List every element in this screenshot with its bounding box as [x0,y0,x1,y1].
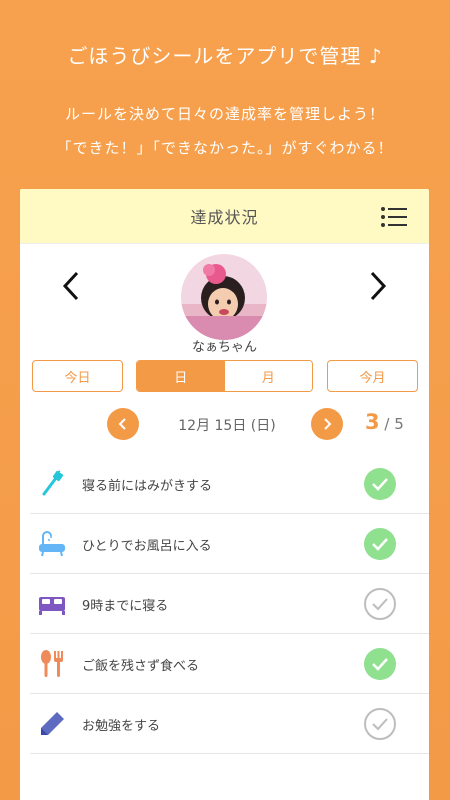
check-done-icon[interactable] [363,467,397,501]
tab-month[interactable]: 月 [224,361,312,391]
list-item[interactable]: 寝る前にはみがきする [30,454,429,514]
promo-line-1: ルールを決めて日々の達成率を管理しよう！ [64,105,385,123]
task-label: お勉強をする [82,719,161,734]
child-profile: なぁちゃん [20,244,429,355]
next-child-button[interactable] [363,266,393,306]
list-item[interactable]: 9時までに寝る [30,574,429,634]
today-button[interactable]: 今日 [32,360,123,392]
score-total: / 5 [384,415,404,433]
card-title: 達成状況 [190,208,259,227]
pencil-icon [36,708,68,740]
promo-line-2: 「できた！」「できなかった。」がすぐわかる！ [56,139,394,157]
list-item[interactable]: ご飯を残さず食べる [30,634,429,694]
prev-child-button[interactable] [56,266,86,306]
check-undone-icon[interactable] [363,587,397,621]
avatar[interactable] [181,254,267,340]
spoon-fork-icon [36,648,68,680]
chevron-left-icon [62,271,79,301]
achievement-card: 達成状況 なぁちゃん 今日 日 月 今月 12月 15日 (日) 3 / 5 寝… [20,189,429,800]
list-item[interactable]: お勉強をする [30,694,429,754]
list-item[interactable]: ひとりでお風呂に入る [30,514,429,574]
card-header: 達成状況 [20,189,429,244]
day-month-toggle: 日 月 [136,360,313,392]
score-done: 3 [365,410,380,434]
tab-day[interactable]: 日 [137,361,225,391]
period-tabs: 今日 日 月 今月 [20,352,429,396]
bed-icon [36,588,68,620]
check-done-icon[interactable] [363,647,397,681]
next-date-button[interactable] [311,408,343,440]
this-month-button[interactable]: 今月 [327,360,418,392]
promo-headline: ごほうびシールをアプリで管理 ♪ [67,44,383,68]
date-navigator: 12月 15日 (日) 3 / 5 [20,396,429,454]
task-label: 寝る前にはみがきする [82,479,213,494]
task-label: ひとりでお風呂に入る [82,539,212,554]
chevron-right-icon [370,271,387,301]
check-done-icon[interactable] [363,527,397,561]
current-date: 12月 15日 (日) [178,418,276,434]
task-label: 9時までに寝る [82,599,169,614]
bathtub-icon [36,528,68,560]
child-photo [181,254,267,340]
chevron-left-icon [118,418,126,430]
menu-list-icon[interactable] [381,207,407,227]
prev-date-button[interactable] [107,408,139,440]
chevron-right-icon [324,418,332,430]
toothbrush-icon [36,468,68,500]
task-list: 寝る前にはみがきする ひとりでお風呂に入る 9時までに寝る ご飯を残さず食べる … [30,454,429,754]
achievement-score: 3 / 5 [365,410,404,434]
check-undone-icon[interactable] [363,707,397,741]
task-label: ご飯を残さず食べる [82,659,200,674]
